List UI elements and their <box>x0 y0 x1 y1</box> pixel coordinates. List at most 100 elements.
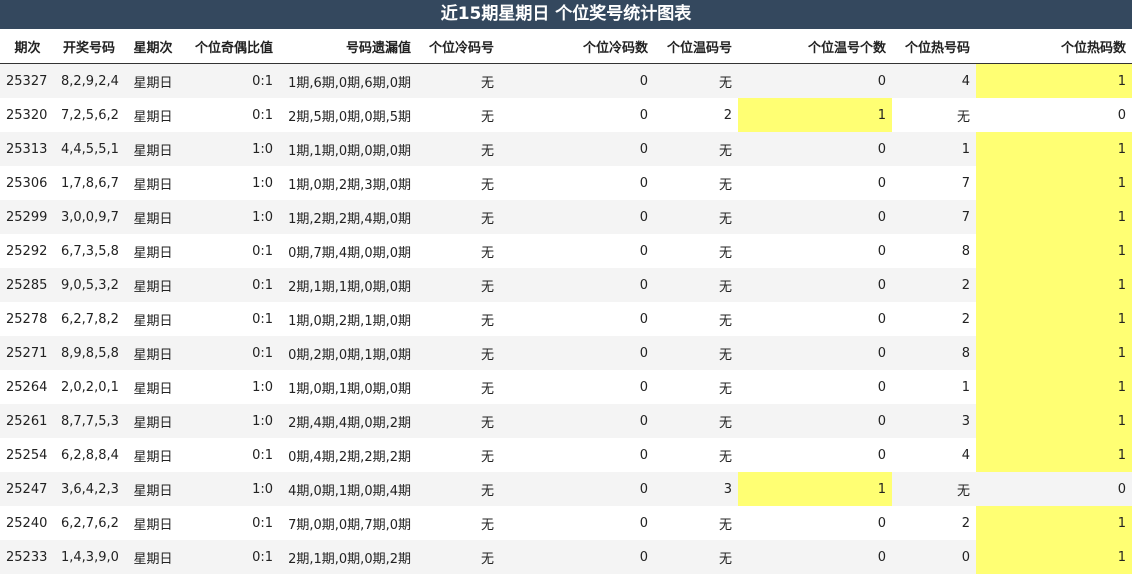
cell-hot-num: 2 <box>892 302 976 336</box>
cell-cold-count: 0 <box>500 200 654 234</box>
cell-odd-even: 0:1 <box>183 336 279 370</box>
table-row: 25271 8,9,8,5,8 星期日 0:1 0期,2期,0期,1期,0期无 0 无 0 8 1 <box>0 336 1132 370</box>
cell-issue: 25247 <box>0 472 55 506</box>
cell-warm-count: 0 <box>738 234 892 268</box>
cell-cold-num: 无 <box>417 268 500 302</box>
cell-cold-num: 无 <box>417 63 500 98</box>
cell-warm-count: 0 <box>738 268 892 302</box>
cell-hot-num: 8 <box>892 336 976 370</box>
cell-weekday: 星期日 <box>123 506 183 540</box>
cell-hot-num: 无 <box>892 98 976 132</box>
cell-weekday: 星期日 <box>123 234 183 268</box>
cell-omission: 1期,6期,0期,6期,0期 <box>279 63 417 98</box>
cell-weekday: 星期日 <box>123 63 183 98</box>
cell-hot-num: 0 <box>892 540 976 574</box>
cell-warm-num: 无 <box>654 63 738 98</box>
cell-hot-num: 4 <box>892 63 976 98</box>
cell-omission: 4期,0期,1期,0期,4期 <box>279 472 417 506</box>
cell-warm-num: 无 <box>654 234 738 268</box>
cell-omission: 2期,1期,0期,0期,2期 <box>279 540 417 574</box>
cell-odd-even: 1:0 <box>183 404 279 438</box>
cell-cold-count: 0 <box>500 404 654 438</box>
col-header-issue: 期次 <box>0 29 55 64</box>
cell-omission: 1期,0期,2期,3期,0期 <box>279 166 417 200</box>
cell-weekday: 星期日 <box>123 438 183 472</box>
cell-omission: 2期,5期,0期,0期,5期 <box>279 98 417 132</box>
cell-cold-num: 无 <box>417 98 500 132</box>
cell-warm-count: 0 <box>738 336 892 370</box>
cell-hot-num: 2 <box>892 506 976 540</box>
cell-cold-num: 无 <box>417 404 500 438</box>
cell-cold-count: 0 <box>500 302 654 336</box>
cell-hot-count: 0 <box>976 98 1132 132</box>
table-row: 25306 1,7,8,6,7 星期日 1:0 1期,0期,2期,3期,0期无 0 无 0 7 1 <box>0 166 1132 200</box>
cell-odd-even: 1:0 <box>183 370 279 404</box>
cell-numbers: 6,2,8,8,4 <box>55 438 123 472</box>
col-header-omission: 号码遗漏值 <box>279 29 417 64</box>
page-title: 近15期星期日 个位奖号统计图表 <box>0 0 1132 29</box>
cell-numbers: 1,4,3,9,0 <box>55 540 123 574</box>
cell-issue: 25233 <box>0 540 55 574</box>
cell-odd-even: 1:0 <box>183 132 279 166</box>
table-row: 25254 6,2,8,8,4 星期日 0:1 0期,4期,2期,2期,2期无 0 无 0 4 1 <box>0 438 1132 472</box>
cell-omission: 0期,7期,4期,0期,0期 <box>279 234 417 268</box>
cell-cold-num: 无 <box>417 200 500 234</box>
cell-warm-num: 无 <box>654 506 738 540</box>
cell-hot-num: 4 <box>892 438 976 472</box>
cell-hot-count: 1 <box>976 302 1132 336</box>
cell-cold-count: 0 <box>500 234 654 268</box>
col-header-cold-count: 个位冷码数 <box>500 29 654 64</box>
cell-warm-count: 0 <box>738 63 892 98</box>
cell-warm-num: 无 <box>654 302 738 336</box>
cell-odd-even: 0:1 <box>183 63 279 98</box>
cell-cold-num: 无 <box>417 132 500 166</box>
cell-warm-num: 2 <box>654 98 738 132</box>
cell-cold-num: 无 <box>417 540 500 574</box>
cell-hot-num: 2 <box>892 268 976 302</box>
cell-hot-count: 1 <box>976 506 1132 540</box>
cell-cold-count: 0 <box>500 98 654 132</box>
cell-cold-count: 0 <box>500 132 654 166</box>
cell-hot-num: 3 <box>892 404 976 438</box>
cell-cold-count: 0 <box>500 370 654 404</box>
cell-issue: 25299 <box>0 200 55 234</box>
col-header-cold-num: 个位冷码号 <box>417 29 500 64</box>
cell-omission: 0期,4期,2期,2期,2期 <box>279 438 417 472</box>
table-row: 25240 6,2,7,6,2 星期日 0:1 7期,0期,0期,7期,0期无 0 无 0 2 1 <box>0 506 1132 540</box>
cell-hot-num: 无 <box>892 472 976 506</box>
cell-hot-count: 1 <box>976 200 1132 234</box>
cell-cold-count: 0 <box>500 472 654 506</box>
cell-numbers: 3,0,0,9,7 <box>55 200 123 234</box>
table-body: 25327 8,2,9,2,4 星期日 0:1 1期,6期,0期,6期,0期无 0 无 0 4 1… <box>0 63 1132 574</box>
table-row: 25278 6,2,7,8,2 星期日 0:1 1期,0期,2期,1期,0期无 0 无 0 2 1 <box>0 302 1132 336</box>
cell-weekday: 星期日 <box>123 370 183 404</box>
cell-weekday: 星期日 <box>123 166 183 200</box>
col-header-hot-count: 个位热码数 <box>976 29 1132 64</box>
cell-cold-count: 0 <box>500 336 654 370</box>
cell-odd-even: 1:0 <box>183 166 279 200</box>
cell-weekday: 星期日 <box>123 200 183 234</box>
cell-issue: 25254 <box>0 438 55 472</box>
cell-warm-count: 0 <box>738 506 892 540</box>
cell-warm-num: 无 <box>654 268 738 302</box>
cell-warm-count: 1 <box>738 472 892 506</box>
cell-weekday: 星期日 <box>123 302 183 336</box>
cell-cold-num: 无 <box>417 302 500 336</box>
cell-warm-num: 3 <box>654 472 738 506</box>
cell-omission: 1期,0期,1期,0期,0期 <box>279 370 417 404</box>
cell-warm-num: 无 <box>654 438 738 472</box>
cell-cold-num: 无 <box>417 336 500 370</box>
cell-hot-count: 0 <box>976 472 1132 506</box>
cell-weekday: 星期日 <box>123 336 183 370</box>
cell-warm-num: 无 <box>654 370 738 404</box>
cell-warm-num: 无 <box>654 336 738 370</box>
cell-hot-num: 7 <box>892 200 976 234</box>
cell-issue: 25264 <box>0 370 55 404</box>
cell-warm-count: 0 <box>738 302 892 336</box>
cell-hot-count: 1 <box>976 268 1132 302</box>
cell-numbers: 8,9,8,5,8 <box>55 336 123 370</box>
cell-omission: 2期,1期,1期,0期,0期 <box>279 268 417 302</box>
cell-omission: 1期,1期,0期,0期,0期 <box>279 132 417 166</box>
cell-cold-num: 无 <box>417 506 500 540</box>
cell-numbers: 1,7,8,6,7 <box>55 166 123 200</box>
